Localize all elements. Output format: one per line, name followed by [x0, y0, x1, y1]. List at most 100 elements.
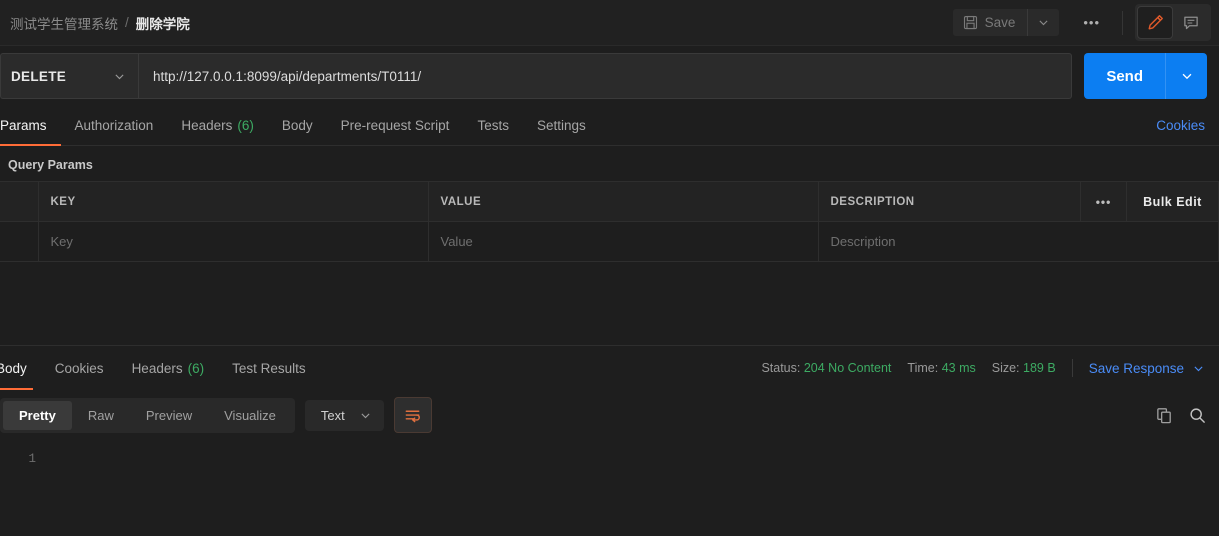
copy-icon[interactable] [1155, 406, 1174, 425]
header-key: KEY [37, 181, 429, 222]
view-mode-preview[interactable]: Preview [130, 401, 208, 430]
header-checkbox-cell [0, 181, 39, 222]
response-tab-headers-label: Headers [131, 360, 183, 376]
params-more-button[interactable]: ••• [1080, 181, 1127, 222]
search-icon[interactable] [1188, 406, 1207, 425]
chevron-down-icon [359, 409, 372, 422]
save-options-caret[interactable] [1027, 9, 1060, 36]
response-tab-test-results[interactable]: Test Results [218, 346, 320, 390]
header-description: DESCRIPTION [817, 181, 1081, 222]
tab-headers-count: (6) [237, 118, 254, 133]
line-number: 1 [28, 452, 36, 466]
response-tabs: Body Cookies Headers (6) Test Results St… [0, 346, 1219, 390]
comment-icon [1182, 14, 1200, 32]
tab-pre-request-script-label: Pre-request Script [340, 118, 450, 133]
row-key-input[interactable]: Key [37, 221, 429, 262]
time-value: 43 ms [941, 361, 976, 375]
http-method-label: DELETE [11, 68, 67, 84]
table-header-row: KEY VALUE DESCRIPTION ••• Bulk Edit [0, 181, 1219, 222]
code-line: 1 [0, 452, 1219, 466]
top-bar: 测试学生管理系统 / 删除学院 Save ••• [0, 0, 1219, 46]
view-mode-pretty[interactable]: Pretty [3, 400, 72, 430]
send-options-caret[interactable] [1165, 53, 1207, 99]
more-actions-button[interactable]: ••• [1073, 9, 1110, 36]
query-params-title: Query Params [8, 158, 93, 172]
toolbar-divider [1122, 10, 1123, 35]
response-format-select[interactable]: Text [304, 399, 384, 431]
comments-button[interactable] [1173, 6, 1209, 39]
edit-documentation-button[interactable] [1137, 6, 1173, 39]
response-tab-cookies[interactable]: Cookies [41, 346, 118, 390]
tab-settings[interactable]: Settings [523, 106, 600, 145]
tab-body-label: Body [281, 118, 313, 133]
header-value: VALUE [427, 181, 819, 222]
response-tab-headers-count: (6) [187, 360, 205, 376]
view-mode-raw[interactable]: Raw [72, 401, 130, 430]
request-tabs: Params Authorization Headers (6) Body Pr… [0, 106, 1219, 146]
save-button-group: Save [952, 9, 1060, 36]
bulk-edit-label: Bulk Edit [1143, 194, 1202, 209]
floppy-disk-icon [963, 15, 978, 30]
tab-tests-label: Tests [477, 118, 509, 133]
tab-tests[interactable]: Tests [463, 106, 523, 145]
word-wrap-icon [403, 406, 422, 425]
params-empty-area [0, 262, 1219, 346]
row-description-input[interactable]: Description [817, 221, 1219, 262]
response-tab-headers[interactable]: Headers (6) [118, 346, 219, 390]
breadcrumb-separator: / [125, 15, 129, 30]
view-mode-visualize[interactable]: Visualize [208, 401, 292, 430]
save-button-label: Save [984, 15, 1016, 30]
row-checkbox[interactable] [0, 221, 39, 262]
time-badge: Time: 43 ms [907, 361, 975, 375]
word-wrap-toggle[interactable] [393, 397, 432, 433]
response-tab-cookies-label: Cookies [54, 360, 104, 376]
status-label: Status: [761, 361, 801, 375]
tab-settings-label: Settings [536, 118, 586, 133]
response-body-editor[interactable]: 1 [0, 440, 1219, 506]
size-badge: Size: 189 B [992, 361, 1056, 375]
breadcrumb-collection[interactable]: 测试学生管理系统 [10, 13, 118, 33]
breadcrumb-current-request[interactable]: 删除学院 [136, 13, 190, 33]
row-value-input[interactable]: Value [427, 221, 819, 262]
chevron-down-icon [113, 70, 126, 83]
status-badge: Status: 204 No Content [761, 361, 891, 375]
response-meta: Status: 204 No Content Time: 43 ms Size:… [761, 359, 1205, 377]
send-button-group: Send [1084, 53, 1207, 99]
cookies-link[interactable]: Cookies [1156, 106, 1205, 145]
save-response-label: Save Response [1088, 360, 1184, 376]
tab-params[interactable]: Params [0, 106, 61, 146]
breadcrumb: 测试学生管理系统 / 删除学院 [10, 13, 190, 33]
response-view-mode-group: Pretty Raw Preview Visualize [0, 397, 295, 433]
send-button[interactable]: Send [1084, 53, 1165, 99]
meta-divider [1071, 359, 1073, 377]
chevron-down-icon [1180, 69, 1194, 83]
right-panel-toggle-group [1135, 4, 1211, 41]
tab-headers-label: Headers [181, 118, 233, 133]
chevron-down-icon [1192, 362, 1205, 375]
request-url-bar: DELETE http://127.0.0.1:8099/api/departm… [0, 46, 1219, 106]
save-button[interactable]: Save [952, 9, 1028, 36]
http-method-select[interactable]: DELETE [0, 53, 138, 99]
response-tab-test-results-label: Test Results [232, 360, 306, 376]
tab-params-label: Params [0, 118, 47, 133]
pencil-icon [1146, 13, 1165, 32]
chevron-down-icon [1037, 16, 1050, 29]
tab-authorization[interactable]: Authorization [61, 106, 168, 145]
ellipsis-icon: ••• [1095, 194, 1112, 209]
save-response-button[interactable]: Save Response [1089, 361, 1205, 376]
request-url-input[interactable]: http://127.0.0.1:8099/api/departments/T0… [138, 53, 1073, 99]
status-value: 204 No Content [803, 361, 892, 375]
top-bar-actions: Save ••• [952, 4, 1211, 41]
size-label: Size: [991, 361, 1020, 375]
table-row: Key Value Description [0, 221, 1219, 262]
response-tab-body-label: Body [0, 360, 27, 376]
tab-body[interactable]: Body [268, 106, 327, 145]
tab-headers[interactable]: Headers (6) [167, 106, 268, 145]
response-tab-body[interactable]: Body [0, 346, 41, 390]
response-viewer-toolbar: Pretty Raw Preview Visualize Text [0, 390, 1219, 440]
bulk-edit-button[interactable]: Bulk Edit [1126, 181, 1219, 222]
response-format-label: Text [320, 407, 345, 423]
time-label: Time: [907, 361, 939, 375]
tab-pre-request-script[interactable]: Pre-request Script [327, 106, 464, 145]
query-params-table: KEY VALUE DESCRIPTION ••• Bulk Edit Key … [0, 181, 1219, 262]
